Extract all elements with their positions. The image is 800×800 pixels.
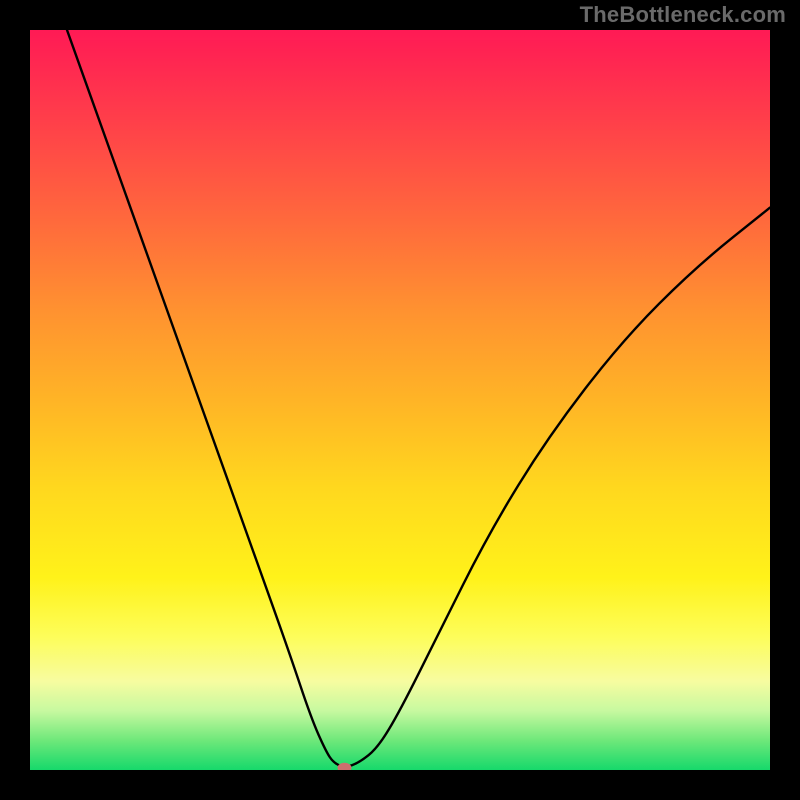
plot-area (30, 30, 770, 770)
chart-stage: TheBottleneck.com (0, 0, 800, 800)
chart-svg (30, 30, 770, 770)
curve-path (67, 30, 770, 767)
min-marker (338, 763, 352, 770)
watermark-text: TheBottleneck.com (580, 2, 786, 28)
